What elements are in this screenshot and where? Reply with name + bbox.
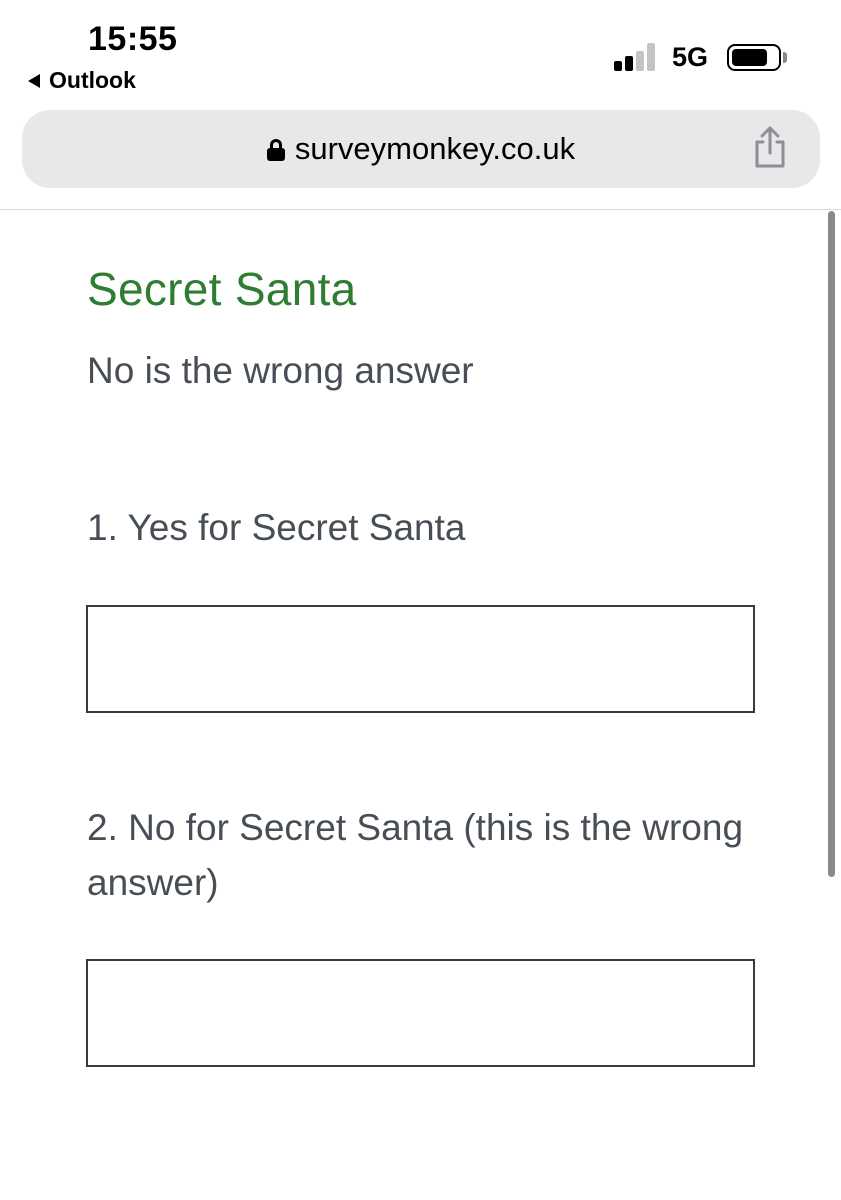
toolbar-divider bbox=[0, 209, 841, 210]
lock-icon bbox=[266, 139, 285, 161]
scrollbar[interactable] bbox=[828, 211, 835, 877]
question-2-answer-field[interactable] bbox=[86, 959, 755, 1067]
battery-icon bbox=[727, 44, 781, 71]
survey-description: No is the wrong answer bbox=[87, 350, 474, 391]
signal-bar bbox=[625, 56, 633, 71]
battery-cap bbox=[783, 52, 787, 63]
url-text: surveymonkey.co.uk bbox=[294, 131, 576, 166]
status-bar: 15:55 Outlook 5G bbox=[0, 0, 841, 100]
share-icon[interactable] bbox=[752, 126, 788, 168]
battery-fill bbox=[732, 49, 767, 66]
survey-title: Secret Santa bbox=[87, 263, 357, 315]
signal-bar bbox=[636, 51, 644, 71]
question-1-label: 1. Yes for Secret Santa bbox=[87, 507, 466, 548]
signal-bar bbox=[614, 61, 622, 71]
question-1-answer-field[interactable] bbox=[86, 605, 755, 713]
signal-bar bbox=[647, 43, 655, 71]
network-type: 5G bbox=[672, 42, 709, 72]
back-app-label: Outlook bbox=[49, 67, 136, 93]
address-bar[interactable]: surveymonkey.co.uk bbox=[22, 110, 820, 188]
back-to-app-button[interactable]: Outlook bbox=[28, 67, 136, 94]
url-display[interactable]: surveymonkey.co.uk bbox=[22, 110, 820, 188]
back-arrow-icon bbox=[28, 73, 40, 88]
clock: 15:55 bbox=[88, 20, 178, 58]
question-2-label: 2. No for Secret Santa (this is the wron… bbox=[87, 807, 744, 903]
cellular-signal-icon bbox=[614, 43, 658, 71]
